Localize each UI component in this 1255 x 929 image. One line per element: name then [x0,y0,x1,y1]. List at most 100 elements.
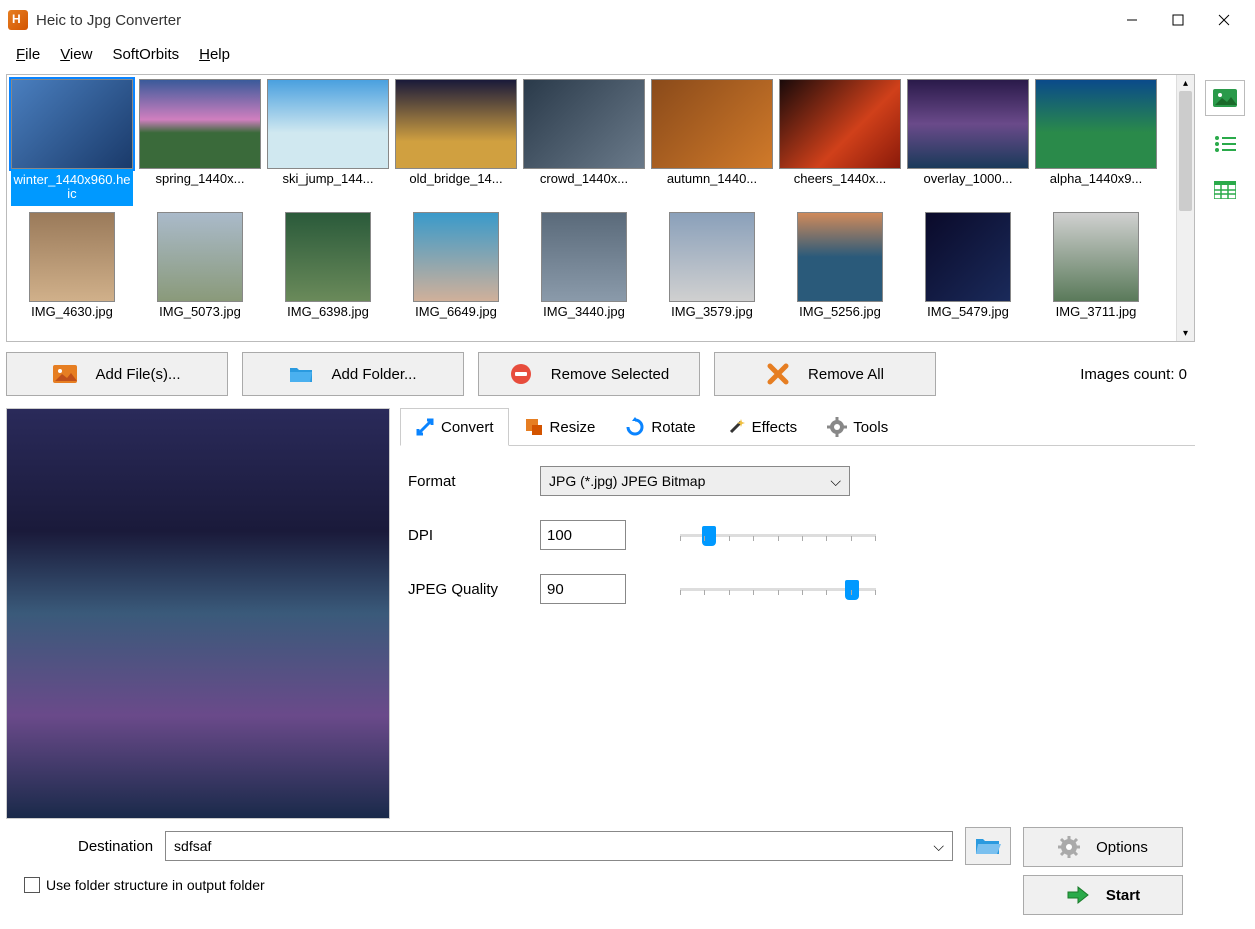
scroll-track[interactable] [1177,91,1194,325]
folder-open-icon [975,836,1001,856]
thumbnail-item[interactable]: IMG_6398.jpg [267,212,389,321]
maximize-button[interactable] [1155,4,1201,36]
menu-view[interactable]: View [52,44,100,65]
slider-track[interactable] [680,534,876,537]
destination-label: Destination [78,838,153,855]
destination-row: Destination sdfsaf ⌵ [18,827,1011,865]
thumbnail-label: autumn_1440... [651,169,773,188]
tab-content-convert: Format JPG (*.jpg) JPEG Bitmap ⌵ DPI [400,446,1195,648]
bottom-panel: Destination sdfsaf ⌵ Use folder structur… [6,819,1195,923]
thumbnail-item[interactable]: overlay_1000... [907,79,1029,206]
thumbnail-image [541,212,627,302]
format-select[interactable]: JPG (*.jpg) JPEG Bitmap ⌵ [540,466,850,496]
thumbnail-label: IMG_3579.jpg [651,302,773,321]
thumbnail-item[interactable]: winter_1440x960.heic [11,79,133,206]
left-column: winter_1440x960.heicspring_1440x...ski_j… [6,74,1195,923]
middle-row: Convert Resize Rotate Effects Tools Form… [6,408,1195,819]
thumbnail-image [29,212,115,302]
format-label: Format [408,473,528,490]
close-x-icon [766,364,790,384]
browse-folder-button[interactable] [965,827,1011,865]
format-value: JPG (*.jpg) JPEG Bitmap [549,473,705,489]
menubar: File View SoftOrbits Help [0,40,1255,68]
options-button[interactable]: Options [1023,827,1183,867]
thumbnail-grid[interactable]: winter_1440x960.heicspring_1440x...ski_j… [7,75,1176,341]
thumbnail-item[interactable]: spring_1440x... [139,79,261,206]
thumbnail-image [11,79,133,169]
add-folder-button[interactable]: Add Folder... [242,352,464,396]
add-files-button[interactable]: Add File(s)... [6,352,228,396]
thumbnail-item[interactable]: IMG_6649.jpg [395,212,517,321]
thumbnail-image [907,79,1029,169]
thumbnail-item[interactable]: IMG_5256.jpg [779,212,901,321]
view-details-button[interactable] [1205,172,1245,208]
grid-table-icon [1214,181,1236,199]
thumbnail-label: IMG_5073.jpg [139,302,261,321]
thumbnail-item[interactable]: old_bridge_14... [395,79,517,206]
minimize-button[interactable] [1109,4,1155,36]
menu-help[interactable]: Help [191,44,238,65]
thumbnail-item[interactable]: ski_jump_144... [267,79,389,206]
action-buttons-row: Add File(s)... Add Folder... Remove Sele… [6,352,1195,396]
quality-input[interactable] [540,574,626,604]
thumbnail-item[interactable]: IMG_5073.jpg [139,212,261,321]
thumbnail-label: IMG_3440.jpg [523,302,645,321]
start-button[interactable]: Start [1023,875,1183,915]
convert-icon [415,417,435,437]
tab-effects[interactable]: Effects [711,408,813,445]
thumbnail-item[interactable]: IMG_5479.jpg [907,212,1029,321]
quality-slider[interactable] [680,574,876,604]
thumbnail-label: old_bridge_14... [395,169,517,188]
remove-icon [509,364,533,384]
dpi-input[interactable] [540,520,626,550]
thumbnail-image [285,212,371,302]
destination-combo[interactable]: sdfsaf ⌵ [165,831,953,861]
thumbnail-item[interactable]: alpha_1440x9... [1035,79,1157,206]
thumbnail-item[interactable]: crowd_1440x... [523,79,645,206]
effects-wand-icon [726,417,746,437]
tabs-panel: Convert Resize Rotate Effects Tools Form… [400,408,1195,819]
thumbnail-item[interactable]: IMG_3440.jpg [523,212,645,321]
resize-icon [524,417,544,437]
folder-structure-checkbox[interactable] [24,877,40,893]
remove-all-button[interactable]: Remove All [714,352,936,396]
thumbnail-item[interactable]: autumn_1440... [651,79,773,206]
view-list-button[interactable] [1205,126,1245,162]
list-icon [1214,135,1236,153]
tab-resize[interactable]: Resize [509,408,611,445]
thumbnail-item[interactable]: IMG_3711.jpg [1035,212,1157,321]
thumbnail-item[interactable]: cheers_1440x... [779,79,901,206]
thumbnail-image [523,79,645,169]
tab-tools[interactable]: Tools [812,408,903,445]
chevron-down-icon: ⌵ [933,838,944,855]
rotate-icon [625,417,645,437]
thumbnail-label: IMG_6649.jpg [395,302,517,321]
window-controls [1109,4,1247,36]
slider-track[interactable] [680,588,876,591]
gear-icon [827,417,847,437]
view-thumbnails-button[interactable] [1205,80,1245,116]
preview-image [6,408,390,819]
thumbnail-item[interactable]: IMG_3579.jpg [651,212,773,321]
thumbnail-label: IMG_4630.jpg [11,302,133,321]
dpi-slider[interactable] [680,520,876,550]
scroll-up-icon[interactable]: ▴ [1177,75,1194,91]
close-button[interactable] [1201,4,1247,36]
tab-rotate[interactable]: Rotate [610,408,710,445]
thumbnail-label: alpha_1440x9... [1035,169,1157,188]
thumbnail-scrollbar[interactable]: ▴ ▾ [1176,75,1194,341]
thumbnail-image [395,79,517,169]
menu-file[interactable]: File [8,44,48,65]
picture-icon [1213,89,1237,107]
menu-softorbits[interactable]: SoftOrbits [104,44,187,65]
scroll-handle[interactable] [1179,91,1192,211]
dpi-row: DPI [408,520,1187,550]
tab-convert[interactable]: Convert [400,408,509,446]
thumbnail-item[interactable]: IMG_4630.jpg [11,212,133,321]
folder-structure-label: Use folder structure in output folder [46,877,265,893]
images-count-label: Images count: 0 [1080,366,1195,383]
scroll-down-icon[interactable]: ▾ [1177,325,1194,341]
main-area: winter_1440x960.heicspring_1440x...ski_j… [0,68,1255,929]
remove-selected-button[interactable]: Remove Selected [478,352,700,396]
thumbnail-label: IMG_6398.jpg [267,302,389,321]
